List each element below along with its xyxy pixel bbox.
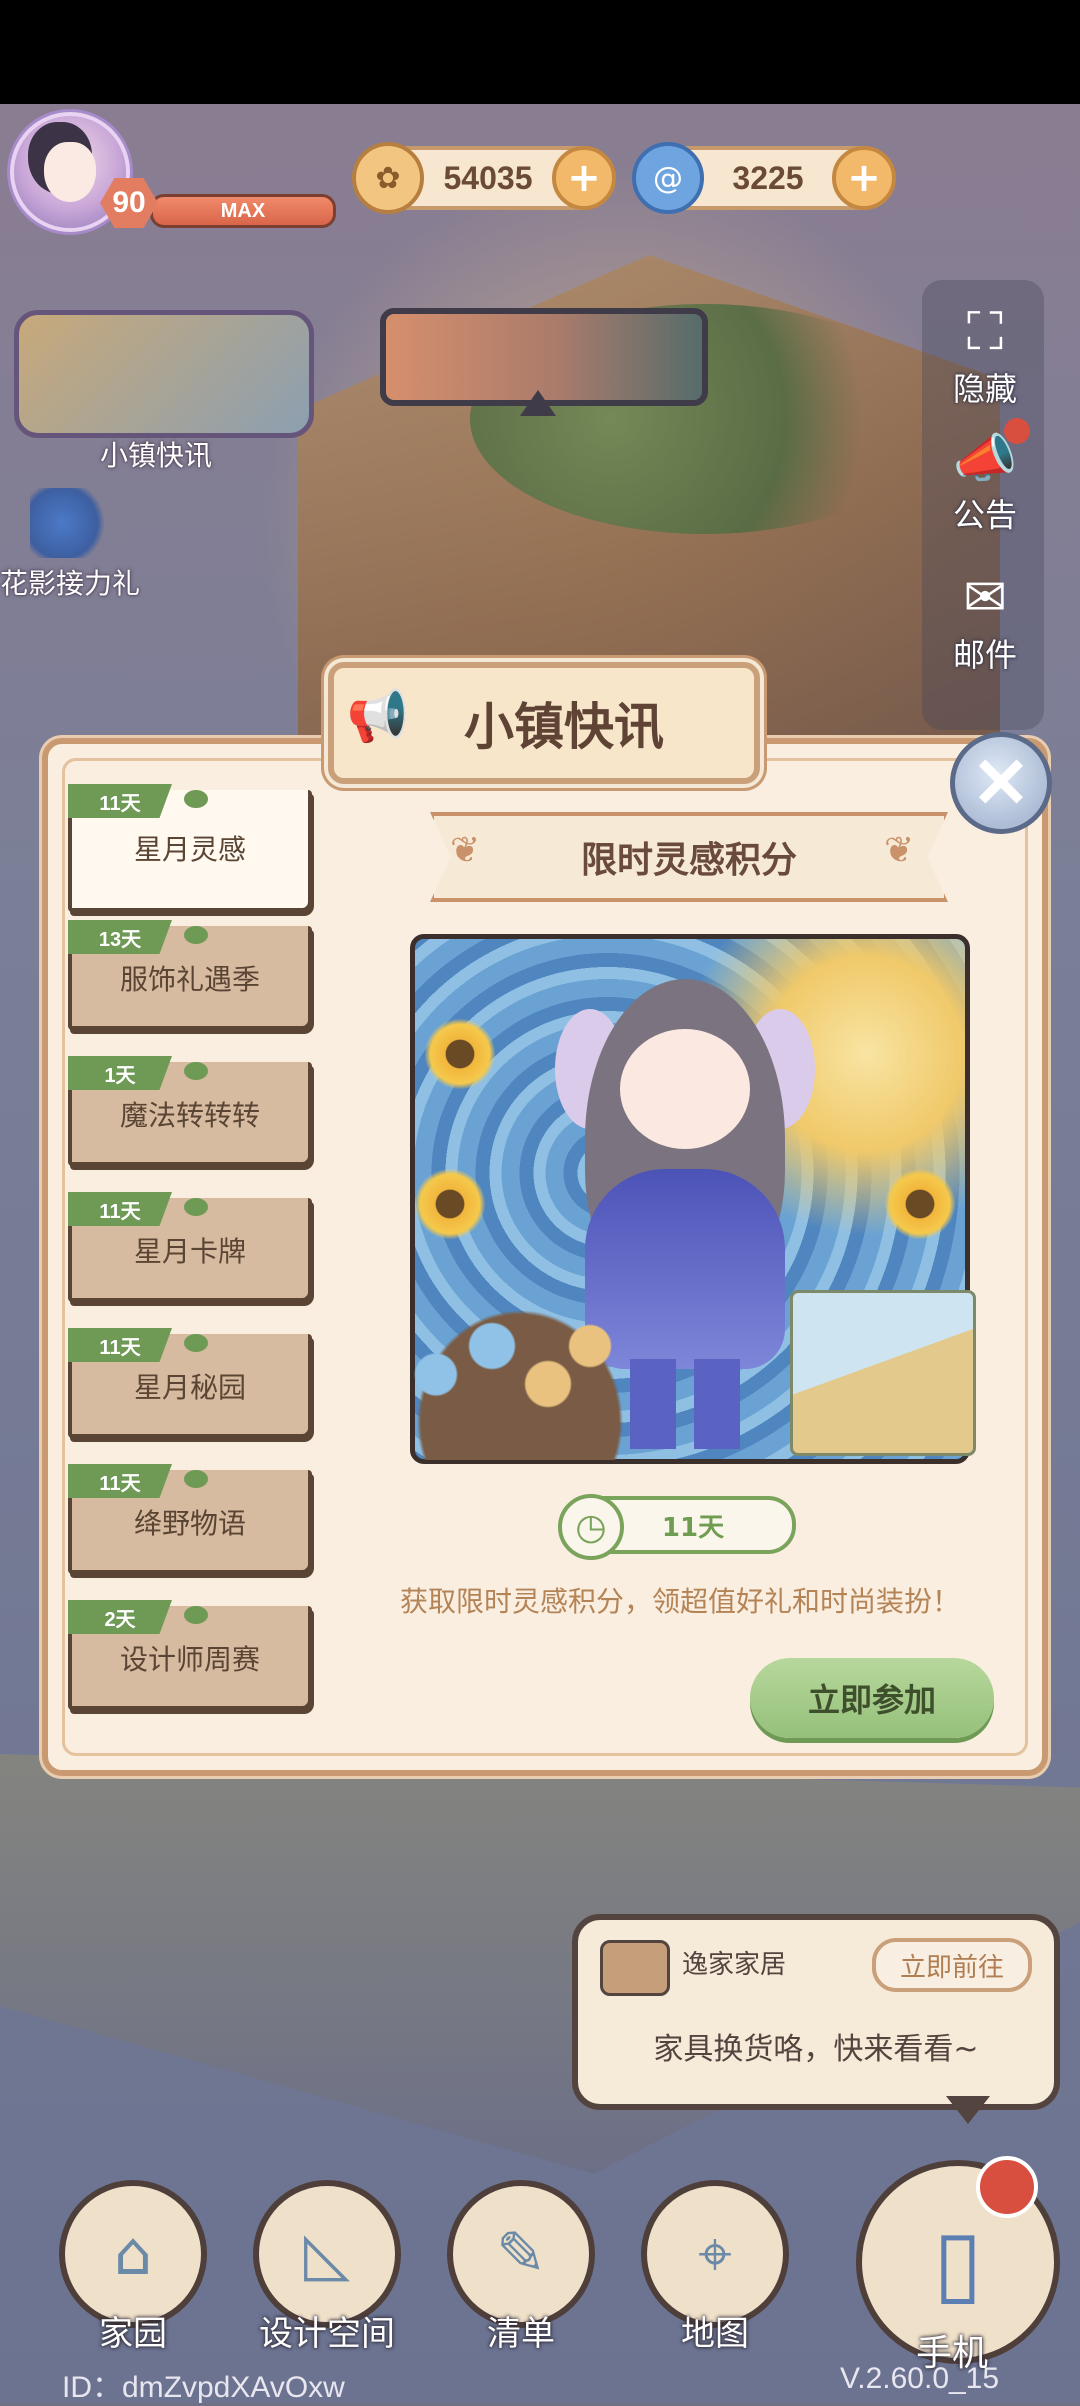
event-title: 限时灵感积分 [580, 840, 797, 881]
coin-counter: ✿ 54035 + [352, 142, 616, 214]
nav-home-label: 家园 [99, 2314, 167, 2354]
avatar-face [44, 142, 96, 202]
tab-event-1[interactable]: 11天 星月灵感 [68, 784, 312, 912]
tab-days-badge: 11天 [68, 1192, 172, 1226]
character-face [620, 1029, 750, 1149]
tab-label: 魔法转转转 [119, 1099, 260, 1132]
nav-list[interactable]: ✎ 清单 [446, 2180, 596, 2355]
notice-message: 家具换货咯，快来看看~ [653, 2032, 979, 2067]
go-now-button[interactable]: 立即前往 [872, 1938, 1032, 1992]
mail-button[interactable]: ✉ 邮件 [930, 566, 1040, 676]
status-bar [0, 0, 1080, 104]
sunflower-decoration [885, 1169, 955, 1239]
coin-icon: ✿ [352, 142, 424, 214]
tab-label: 设计师周赛 [119, 1643, 260, 1676]
tab-label: 星月秘园 [133, 1371, 246, 1404]
banner-pointer [520, 390, 556, 416]
sunflower-decoration [415, 1169, 485, 1239]
coin-value: 54035 [443, 159, 533, 196]
level-progress-bar: MAX [150, 194, 336, 228]
inspiration-value: 3225 [732, 159, 804, 196]
clock-icon: ◷ [558, 1494, 624, 1560]
tab-event-5[interactable]: 11天 星月秘园 [68, 1328, 312, 1438]
add-coins-button[interactable]: + [552, 146, 616, 210]
notice-source: 逸家家居 [682, 1950, 787, 1980]
pin-icon [184, 1062, 208, 1080]
town-news-label: 小镇快讯 [100, 439, 213, 472]
ornament-left-icon: ❦ [450, 830, 481, 871]
tab-days-badge: 2天 [68, 1600, 172, 1634]
hide-label: 隐藏 [952, 370, 1017, 408]
remaining-time-pill: ◷ 11天 [558, 1494, 796, 1560]
close-button[interactable]: ✕ [950, 732, 1052, 834]
hide-button[interactable]: ⛶ 隐藏 [930, 300, 1040, 410]
bubble-tail [946, 2096, 990, 2124]
tab-label: 绛野物语 [133, 1507, 246, 1540]
envelope-icon: ✉ [963, 568, 1007, 628]
pin-icon [184, 790, 208, 808]
remaining-time: 11天 [661, 1512, 725, 1543]
nav-design-label: 设计空间 [259, 2314, 395, 2354]
tab-days-badge: 1天 [68, 1056, 172, 1090]
pin-icon [184, 1334, 208, 1352]
pin-icon [184, 1606, 208, 1624]
bird-icon[interactable] [30, 488, 110, 558]
pin-icon [184, 1198, 208, 1216]
relay-gift-label: 花影接力礼 [0, 567, 141, 600]
notification-dot [1004, 418, 1030, 444]
mail-label: 邮件 [952, 636, 1017, 674]
inspiration-counter: @ 3225 + [632, 142, 896, 214]
nav-home[interactable]: ⌂ 家园 [58, 2180, 208, 2355]
event-description: 获取限时灵感积分，领超值好礼和时尚装扮！ [399, 1585, 960, 1618]
sofa-icon [600, 1940, 670, 1996]
pin-icon [184, 1470, 208, 1488]
ornament-right-icon: ❦ [884, 830, 915, 871]
level-number: 90 [112, 186, 146, 219]
modal-title: 小镇快讯 [464, 698, 664, 756]
tab-days-badge: 11天 [68, 1464, 172, 1498]
tab-label: 服饰礼遇季 [119, 963, 260, 996]
nav-map[interactable]: ⌖ 地图 [640, 2180, 790, 2355]
frame-corners-icon: ⛶ [966, 301, 1004, 362]
reward-scrolls-box [790, 1290, 976, 1456]
event-title-ribbon: 限时灵感积分 [430, 812, 948, 902]
sunflower-decoration [425, 1019, 495, 1089]
notice-button[interactable]: 📣 公告 [930, 426, 1040, 536]
megaphone-icon: 📢 [346, 686, 410, 745]
tab-label: 星月卡牌 [133, 1235, 246, 1268]
nav-list-label: 清单 [487, 2314, 555, 2354]
tab-event-2[interactable]: 13天 服饰礼遇季 [68, 920, 312, 1030]
join-now-button[interactable]: 立即参加 [750, 1658, 994, 1738]
level-status: MAX [220, 199, 266, 222]
tab-event-3[interactable]: 1天 魔法转转转 [68, 1056, 312, 1166]
version-text: V.2.60.0_15 [840, 2362, 1000, 2395]
tab-label: 星月灵感 [133, 833, 246, 866]
notice-label: 公告 [952, 496, 1017, 534]
add-inspiration-button[interactable]: + [832, 146, 896, 210]
player-id: ID：dmZvpdXAvOxw [62, 2371, 345, 2404]
tab-days-badge: 11天 [68, 1328, 172, 1362]
tab-event-7[interactable]: 2天 设计师周赛 [68, 1600, 312, 1710]
reward-currency-pile [380, 1270, 660, 1460]
tab-event-6[interactable]: 11天 绛野物语 [68, 1464, 312, 1574]
town-news-thumbnail[interactable] [14, 310, 314, 438]
tab-event-4[interactable]: 11天 星月卡牌 [68, 1192, 312, 1302]
phone-notification-dot [976, 2156, 1038, 2218]
nav-map-label: 地图 [681, 2314, 749, 2354]
swirl-icon: @ [632, 142, 704, 214]
nav-design-space[interactable]: ◺ 设计空间 [252, 2180, 402, 2355]
furniture-notice-bubble[interactable]: 逸家家居 立即前往 家具换货咯，快来看看~ [572, 1914, 1060, 2110]
tab-days-badge: 11天 [68, 784, 172, 818]
pin-icon [184, 926, 208, 944]
tab-days-badge: 13天 [68, 920, 172, 954]
